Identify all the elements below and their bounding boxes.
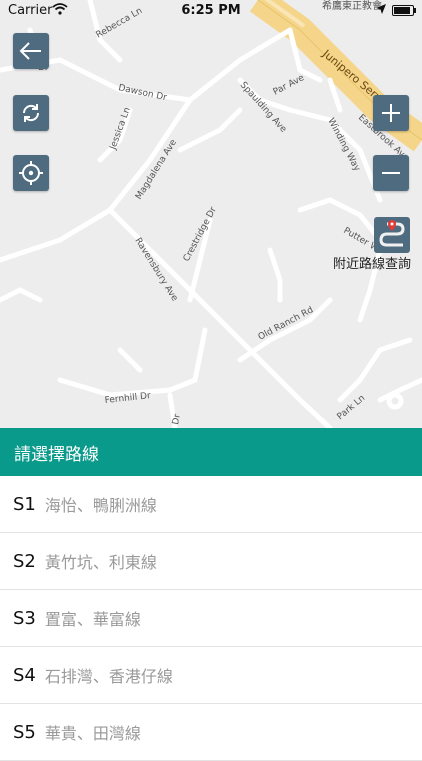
battery-icon <box>392 5 416 16</box>
plus-icon <box>380 102 402 124</box>
route-item-s2[interactable]: S2 黃竹坑、利東線 <box>0 533 422 590</box>
route-name: 置富、華富線 <box>44 610 141 629</box>
route-name: 黃竹坑、利東線 <box>44 553 157 572</box>
route-list-header: 請選擇路線 <box>0 428 422 476</box>
nearby-routes-label[interactable]: 附近路線查詢 <box>324 253 420 272</box>
route-map-icon <box>377 218 407 252</box>
refresh-button[interactable] <box>13 95 49 131</box>
route-list: S1 海怡、鴨脷洲線 S2 黃竹坑、利東線 S3 置富、華富線 S4 石排灣、香… <box>0 476 422 761</box>
route-code: S2 <box>13 550 36 572</box>
route-code: S1 <box>13 493 36 515</box>
back-button[interactable] <box>13 33 49 69</box>
location-arrow-icon <box>376 3 386 18</box>
minus-icon <box>380 162 402 184</box>
route-code: S3 <box>13 607 36 629</box>
route-item-s4[interactable]: S4 石排灣、香港仔線 <box>0 647 422 704</box>
route-item-s1[interactable]: S1 海怡、鴨脷洲線 <box>0 476 422 533</box>
arrow-left-icon <box>19 41 43 61</box>
crosshair-icon <box>18 160 44 186</box>
route-code: S4 <box>13 664 36 686</box>
street-label: Par Ave <box>272 73 307 98</box>
route-name: 石排灣、香港仔線 <box>44 667 173 686</box>
route-code: S5 <box>13 721 36 743</box>
status-bar: Carrier 6:25 PM <box>0 0 422 22</box>
zoom-out-button[interactable] <box>373 155 409 191</box>
map-view[interactable]: Rebecca Ln Dawson Dr Jessica Ln Magdalen… <box>0 0 422 428</box>
status-time: 6:25 PM <box>181 3 241 18</box>
street-label: Dawson Dr <box>117 83 167 103</box>
street-label: Dr <box>171 413 183 426</box>
refresh-icon <box>19 101 43 125</box>
zoom-in-button[interactable] <box>373 95 409 131</box>
route-name: 華貴、田灣線 <box>44 724 141 743</box>
battery-fill <box>394 7 411 14</box>
locate-button[interactable] <box>13 155 49 191</box>
route-item-s5[interactable]: S5 華貴、田灣線 <box>0 704 422 761</box>
map-roads: Rebecca Ln Dawson Dr Jessica Ln Magdalen… <box>0 0 422 428</box>
street-label: Jessica Ln <box>108 106 133 152</box>
route-name: 海怡、鴨脷洲線 <box>44 496 157 515</box>
route-item-s3[interactable]: S3 置富、華富線 <box>0 590 422 647</box>
nearby-routes-button[interactable] <box>374 217 410 253</box>
